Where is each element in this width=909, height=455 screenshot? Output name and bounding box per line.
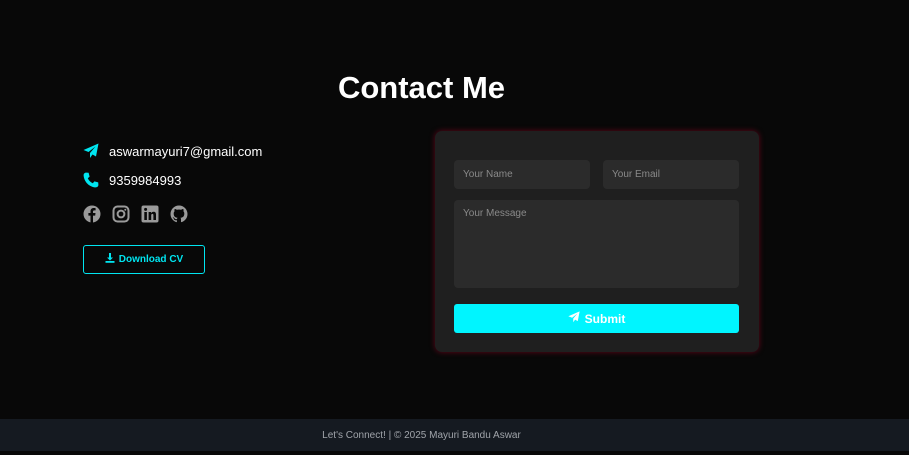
paper-plane-icon [568,311,580,326]
paper-plane-icon [83,143,99,159]
phone-icon [83,172,99,188]
footer-text: Let's Connect! | © 2025 Mayuri Bandu Asw… [322,429,521,441]
contact-phone[interactable]: 9359984993 [109,173,181,188]
facebook-icon[interactable] [83,205,101,223]
message-input[interactable] [454,200,739,288]
social-links [83,205,188,223]
page-title: Contact Me [337,70,506,105]
submit-label: Submit [584,311,626,326]
email-input[interactable] [603,160,739,189]
linkedin-icon[interactable] [141,205,159,223]
download-icon [105,253,115,266]
github-icon[interactable] [170,205,188,223]
contact-email-row[interactable]: aswarmayuri7@gmail.com [83,143,262,159]
name-input[interactable] [454,160,590,189]
contact-form: Submit [435,131,759,352]
footer: Let's Connect! | © 2025 Mayuri Bandu Asw… [0,419,909,451]
download-cv-label: Download CV [118,254,184,265]
instagram-icon[interactable] [112,205,130,223]
submit-button[interactable]: Submit [454,304,739,333]
contact-email[interactable]: aswarmayuri7@gmail.com [109,144,262,159]
download-cv-button[interactable]: Download CV [83,245,205,274]
contact-phone-row[interactable]: 9359984993 [83,172,181,188]
